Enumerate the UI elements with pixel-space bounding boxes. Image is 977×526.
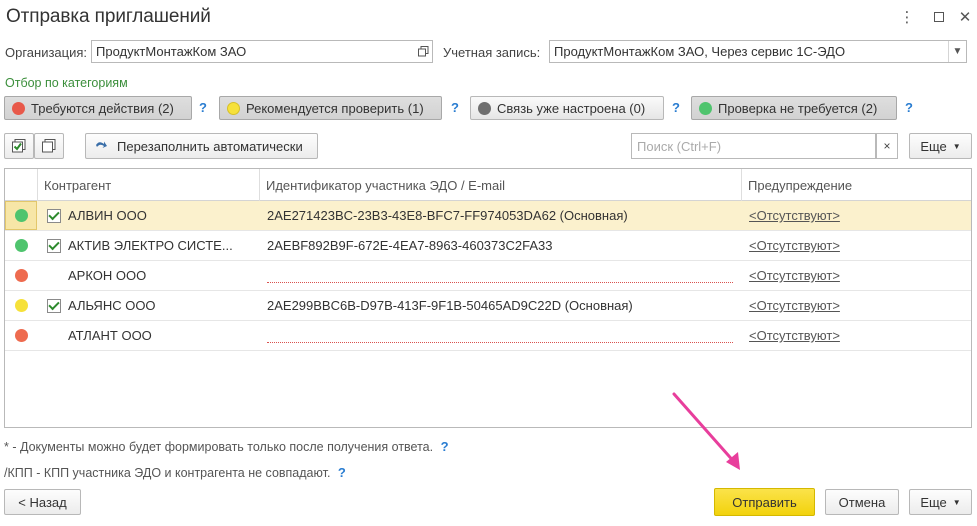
row-checkbox[interactable] bbox=[47, 238, 61, 253]
note-documents-text: * - Документы можно будет формировать то… bbox=[4, 440, 434, 454]
row-checkbox[interactable] bbox=[47, 298, 61, 313]
counterparty-name: АТЛАНТ ООО bbox=[68, 328, 152, 343]
table-row[interactable]: АРКОН ООО <Отсутствуют> bbox=[5, 261, 971, 291]
table-header: Контрагент Идентификатор участника ЭДО /… bbox=[5, 169, 971, 201]
help-icon[interactable]: ? bbox=[905, 100, 913, 115]
warning-link[interactable]: <Отсутствуют> bbox=[749, 321, 840, 350]
refill-arrow-icon bbox=[96, 141, 107, 148]
table-row[interactable]: АЛЬЯНС ООО 2AE299BBC6B-D97B-413F-9F1B-50… bbox=[5, 291, 971, 321]
help-icon[interactable]: ? bbox=[199, 100, 207, 115]
counterparty-name: АЛВИН ООО bbox=[68, 208, 147, 223]
note-kpp: /КПП - КПП участника ЭДО и контрагента н… bbox=[4, 465, 346, 480]
category-configured-button[interactable]: Связь уже настроена (0) bbox=[470, 96, 664, 120]
row-checkbox[interactable] bbox=[47, 208, 61, 223]
row-checkbox[interactable] bbox=[47, 329, 61, 343]
row-checkbox[interactable] bbox=[47, 269, 61, 283]
open-icon[interactable] bbox=[414, 41, 432, 62]
help-icon[interactable]: ? bbox=[441, 439, 449, 454]
more-menu-icon[interactable]: ⋮ bbox=[896, 6, 918, 28]
account-field[interactable]: ПродуктМонтажКом ЗАО, Через сервис 1С-ЭД… bbox=[549, 40, 967, 63]
category-label: Проверка не требуется (2) bbox=[718, 100, 878, 116]
org-value: ПродуктМонтажКом ЗАО bbox=[96, 44, 247, 59]
counterparty-name: АКТИВ ЭЛЕКТРО СИСТЕ... bbox=[68, 238, 233, 253]
account-label: Учетная запись: bbox=[443, 45, 541, 60]
status-cell bbox=[5, 261, 37, 290]
green-status-icon bbox=[699, 101, 712, 115]
back-button[interactable]: < Назад bbox=[4, 489, 81, 515]
status-cell bbox=[5, 231, 37, 260]
search-input[interactable]: Поиск (Ctrl+F) bbox=[631, 133, 876, 159]
counterparty-name: АЛЬЯНС ООО bbox=[68, 298, 156, 313]
red-status-icon bbox=[14, 269, 28, 282]
yellow-status-icon bbox=[227, 101, 240, 115]
org-label: Организация: bbox=[5, 45, 88, 60]
chevron-down-icon: ▼ bbox=[952, 497, 961, 507]
clear-search-icon[interactable]: × bbox=[876, 133, 898, 159]
table-row[interactable]: АЛВИН ООО 2AE271423BC-23B3-43E8-BFC7-FF9… bbox=[5, 201, 971, 231]
uncheck-all-icon bbox=[42, 139, 56, 153]
chevron-down-icon: ▼ bbox=[952, 141, 961, 151]
category-no-check-button[interactable]: Проверка не требуется (2) bbox=[691, 96, 897, 120]
search-placeholder: Поиск (Ctrl+F) bbox=[637, 138, 722, 154]
account-value: ПродуктМонтажКом ЗАО, Через сервис 1С-ЭД… bbox=[554, 44, 846, 59]
annotation-arrow-icon bbox=[672, 392, 740, 470]
table-row[interactable]: АКТИВ ЭЛЕКТРО СИСТЕ... 2AEBF892B9F-672E-… bbox=[5, 231, 971, 261]
counterparty-name: АРКОН ООО bbox=[68, 268, 147, 283]
send-button[interactable]: Отправить bbox=[714, 488, 815, 516]
uncheck-all-button[interactable] bbox=[34, 133, 64, 159]
warning-link[interactable]: <Отсутствуют> bbox=[749, 231, 840, 260]
category-label: Связь уже настроена (0) bbox=[497, 100, 646, 116]
close-icon[interactable]: ✕ bbox=[954, 6, 976, 28]
help-icon[interactable]: ? bbox=[672, 100, 680, 115]
help-icon[interactable]: ? bbox=[451, 100, 459, 115]
refill-label: Перезаполнить автоматически bbox=[117, 138, 303, 154]
org-field[interactable]: ПродуктМонтажКом ЗАО bbox=[91, 40, 433, 63]
dropdown-icon[interactable]: ▼ bbox=[948, 41, 966, 62]
note-documents: * - Документы можно будет формировать то… bbox=[4, 439, 449, 454]
refill-button[interactable]: Перезаполнить автоматически bbox=[85, 133, 318, 159]
status-cell bbox=[5, 291, 37, 320]
identifier-cell: 2AE299BBC6B-D97B-413F-9F1B-50465AD9C22D … bbox=[267, 298, 633, 313]
category-label: Требуются действия (2) bbox=[31, 100, 174, 116]
identifier-cell: 2AEBF892B9F-672E-4EA7-8963-460373C2FA33 bbox=[267, 238, 553, 253]
header-warning[interactable]: Предупреждение bbox=[741, 169, 971, 201]
red-status-icon bbox=[12, 101, 25, 115]
check-all-button[interactable] bbox=[4, 133, 34, 159]
red-status-icon bbox=[14, 329, 28, 342]
window-title: Отправка приглашений bbox=[6, 6, 211, 27]
warning-link[interactable]: <Отсутствуют> bbox=[749, 201, 840, 230]
gray-status-icon bbox=[478, 101, 491, 115]
filter-label: Отбор по категориям bbox=[5, 76, 128, 90]
more-label: Еще bbox=[920, 494, 947, 510]
category-needs-action-button[interactable]: Требуются действия (2) bbox=[4, 96, 192, 120]
status-cell bbox=[5, 321, 37, 350]
missing-identifier-underline bbox=[267, 342, 733, 343]
header-status bbox=[5, 169, 37, 201]
green-status-icon bbox=[14, 209, 28, 222]
counterparties-table[interactable]: Контрагент Идентификатор участника ЭДО /… bbox=[4, 168, 972, 428]
check-all-icon bbox=[12, 139, 26, 153]
table-row[interactable]: АТЛАНТ ООО <Отсутствуют> bbox=[5, 321, 971, 351]
footer-more-button[interactable]: Еще ▼ bbox=[909, 489, 972, 515]
missing-identifier-underline bbox=[267, 282, 733, 283]
category-label: Рекомендуется проверить (1) bbox=[246, 100, 424, 116]
status-cell bbox=[5, 201, 37, 230]
green-status-icon bbox=[14, 239, 28, 252]
more-label: Еще bbox=[920, 138, 947, 154]
category-recommended-button[interactable]: Рекомендуется проверить (1) bbox=[219, 96, 442, 120]
help-icon[interactable]: ? bbox=[338, 465, 346, 480]
identifier-cell: 2AE271423BC-23B3-43E8-BFC7-FF974053DA62 … bbox=[267, 208, 628, 223]
header-identifier[interactable]: Идентификатор участника ЭДО / E-mail bbox=[259, 169, 741, 201]
cancel-button[interactable]: Отмена bbox=[825, 489, 899, 515]
warning-link[interactable]: <Отсутствуют> bbox=[749, 261, 840, 290]
toolbar-more-button[interactable]: Еще ▼ bbox=[909, 133, 972, 159]
yellow-status-icon bbox=[14, 299, 28, 312]
header-counterparty[interactable]: Контрагент bbox=[37, 169, 259, 201]
maximize-icon[interactable] bbox=[928, 6, 950, 28]
warning-link[interactable]: <Отсутствуют> bbox=[749, 291, 840, 320]
note-kpp-text: /КПП - КПП участника ЭДО и контрагента н… bbox=[4, 466, 331, 480]
